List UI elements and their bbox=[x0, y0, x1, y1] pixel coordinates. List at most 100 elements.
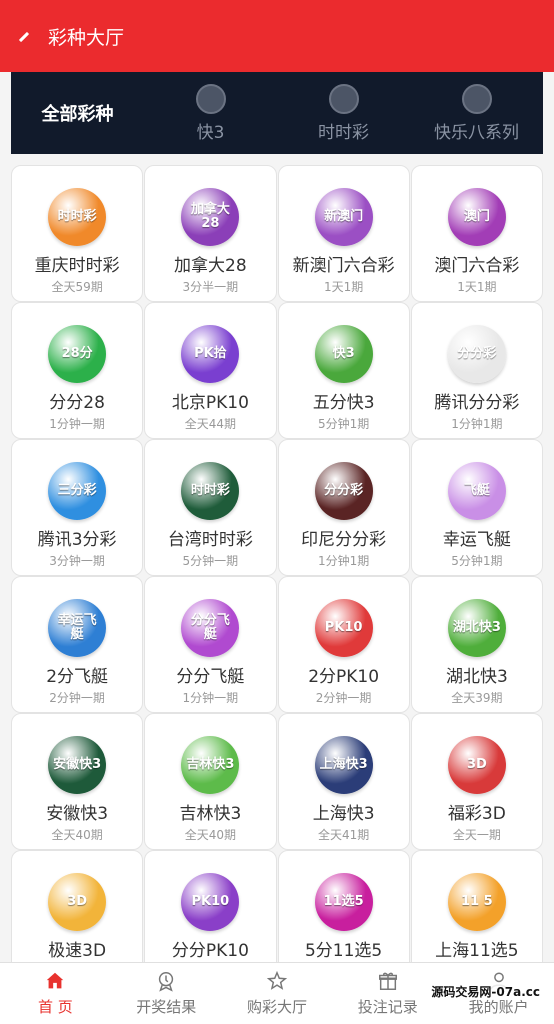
lottery-period: 1天1期 bbox=[457, 280, 497, 294]
lottery-name: 分分PK10 bbox=[171, 941, 249, 961]
lottery-period: 全天40期 bbox=[51, 828, 103, 842]
lottery-logo-icon: 3D bbox=[48, 873, 107, 931]
lottery-logo-icon: 幸运飞艇 bbox=[48, 599, 107, 657]
lottery-logo-text: 3D bbox=[466, 757, 487, 773]
lottery-name: 上海快3 bbox=[312, 804, 375, 824]
lottery-logo-icon: PK10 bbox=[181, 873, 240, 931]
lottery-logo-icon: 湖北快3 bbox=[447, 599, 506, 657]
lottery-logo-icon: 时时彩 bbox=[48, 188, 107, 246]
category-tab-1[interactable]: 快3 bbox=[144, 72, 277, 154]
lottery-name: 上海11选5 bbox=[435, 941, 519, 961]
lottery-period: 1分钟1期 bbox=[317, 554, 370, 568]
lottery-tile[interactable]: 安徽快3 安徽快3 全天40期 bbox=[11, 713, 144, 850]
lottery-logo-icon: 吉林快3 bbox=[181, 736, 240, 794]
lottery-tile[interactable]: 上海快3 上海快3 全天41期 bbox=[277, 713, 410, 850]
lottery-name: 湖北快3 bbox=[445, 667, 508, 687]
lottery-tile[interactable]: 分分飞艇 分分飞艇 1分钟一期 bbox=[144, 576, 277, 713]
lottery-logo-icon: 新澳门 bbox=[314, 188, 373, 246]
lottery-period: 全天39期 bbox=[451, 691, 503, 705]
lottery-logo-icon: PK10 bbox=[314, 599, 373, 657]
lottery-name: 5分11选5 bbox=[304, 941, 383, 961]
lottery-name: 重庆时时彩 bbox=[34, 256, 120, 276]
category-tab-0[interactable]: 全部彩种 bbox=[11, 72, 144, 154]
lottery-tile[interactable]: 澳门 澳门六合彩 1天1期 bbox=[410, 165, 543, 302]
lottery-name: 腾讯3分彩 bbox=[37, 530, 117, 550]
lottery-name: 幸运飞艇 bbox=[442, 530, 511, 550]
nav-label: 投注记录 bbox=[357, 998, 418, 1016]
lottery-logo-icon: 分分彩 bbox=[447, 325, 506, 383]
lottery-tile[interactable]: 分分彩 印尼分分彩 1分钟1期 bbox=[277, 439, 410, 576]
lottery-name: 极速3D bbox=[48, 941, 107, 961]
lottery-period: 2分钟一期 bbox=[49, 691, 105, 705]
lottery-name: 腾讯分分彩 bbox=[434, 393, 520, 413]
category-tabs: 全部彩种快3 时时彩 快乐八系列 bbox=[11, 72, 543, 154]
lottery-tile[interactable]: 加拿大28 加拿大28 3分半一期 bbox=[144, 165, 277, 302]
category-tab-2[interactable]: 时时彩 bbox=[277, 72, 410, 154]
nav-label: 开奖结果 bbox=[136, 998, 197, 1016]
category-tab-label: 快3 bbox=[196, 122, 225, 143]
lottery-name: 吉林快3 bbox=[179, 804, 242, 824]
lottery-tile[interactable]: 幸运飞艇 2分飞艇 2分钟一期 bbox=[11, 576, 144, 713]
lottery-tile[interactable]: 吉林快3 吉林快3 全天40期 bbox=[144, 713, 277, 850]
lottery-logo-icon: PK拾 bbox=[181, 325, 240, 383]
lottery-logo-text: 分分彩 bbox=[457, 346, 497, 362]
lottery-tile[interactable]: 三分彩腾讯3分彩 3分钟一期 bbox=[11, 439, 144, 576]
ssc-badge-icon bbox=[328, 83, 359, 114]
lottery-logo-icon: 安徽快3 bbox=[48, 736, 107, 794]
app: 彩种大厅 全部彩种 快3 时时彩 快乐八系列 时时彩 重庆时时彩 全天59期 加拿大28 加拿… bbox=[0, 0, 554, 1024]
lottery-tile[interactable]: PK10 2分PK10 2分钟一期 bbox=[277, 576, 410, 713]
nav-item-1[interactable]: 开奖结果 bbox=[111, 963, 222, 1024]
lottery-tile[interactable]: 时时彩 台湾时时彩 5分钟一期 bbox=[144, 439, 277, 576]
lottery-period: 1分钟1期 bbox=[451, 417, 503, 431]
lottery-logo-text: 安徽快3 bbox=[53, 757, 102, 773]
lottery-tile[interactable]: 28分 分分28 1分钟一期 bbox=[11, 302, 144, 439]
lottery-grid: 时时彩 重庆时时彩 全天59期 加拿大28 加拿大28 3分半一期 新澳门 新澳门六合彩 1天1… bbox=[11, 165, 544, 987]
lottery-name: 印尼分分彩 bbox=[301, 530, 387, 550]
lottery-logo-icon: 加拿大28 bbox=[181, 188, 240, 246]
dice-badge-icon bbox=[195, 83, 226, 114]
lottery-logo-text: PK10 bbox=[191, 894, 230, 910]
lottery-logo-icon: 澳门 bbox=[447, 188, 506, 246]
lottery-tile[interactable]: 新澳门 新澳门六合彩 1天1期 bbox=[277, 165, 410, 302]
lottery-period: 3分钟一期 bbox=[49, 554, 105, 568]
lottery-period: 1分钟一期 bbox=[49, 417, 105, 431]
lottery-logo-text: 幸运飞艇 bbox=[57, 613, 97, 642]
star-icon bbox=[266, 970, 288, 990]
page-title: 彩种大厅 bbox=[48, 26, 125, 49]
lottery-logo-icon: 上海快3 bbox=[314, 736, 373, 794]
lottery-period: 3分半一期 bbox=[182, 280, 239, 294]
lottery-tile[interactable]: PK拾 北京PK10 全天44期 bbox=[144, 302, 277, 439]
lottery-name: 北京PK10 bbox=[171, 393, 249, 413]
home-icon bbox=[47, 972, 64, 989]
lottery-name: 2分PK10 bbox=[308, 667, 380, 687]
lottery-tile[interactable]: 时时彩 重庆时时彩 全天59期 bbox=[11, 165, 144, 302]
lottery-name: 2分飞艇 bbox=[46, 667, 109, 687]
lottery-name: 安徽快3 bbox=[46, 804, 109, 824]
lottery-logo-text: 11选5 bbox=[323, 894, 364, 910]
lottery-period: 全天40期 bbox=[184, 828, 237, 842]
lottery-tile[interactable]: 湖北快3 湖北快3 全天39期 bbox=[410, 576, 543, 713]
lottery-tile[interactable]: 飞艇 幸运飞艇 5分钟1期 bbox=[410, 439, 543, 576]
category-tab-3[interactable]: 快乐八系列 bbox=[410, 72, 543, 154]
lottery-logo-text: 三分彩 bbox=[57, 483, 97, 499]
nav-item-0[interactable]: 首 页 bbox=[0, 963, 111, 1024]
lottery-name: 台湾时时彩 bbox=[167, 530, 253, 550]
lottery-name: 五分快3 bbox=[312, 393, 375, 413]
lottery-logo-text: 澳门 bbox=[463, 209, 490, 225]
lottery-logo-text: 时时彩 bbox=[57, 209, 97, 225]
lottery-logo-text: PK拾 bbox=[194, 346, 227, 362]
lottery-logo-icon: 快3 bbox=[314, 325, 373, 383]
back-button[interactable] bbox=[0, 0, 48, 72]
lottery-logo-text: 新澳门 bbox=[324, 209, 364, 225]
nav-item-2[interactable]: 购彩大厅 bbox=[222, 963, 333, 1024]
lottery-period: 2分钟一期 bbox=[315, 691, 372, 705]
lottery-logo-text: 飞艇 bbox=[463, 483, 490, 499]
nav-item-3[interactable]: 投注记录 bbox=[332, 963, 443, 1024]
lottery-logo-icon: 11选5 bbox=[314, 873, 373, 931]
lottery-tile[interactable]: 分分彩腾讯分分彩 1分钟1期 bbox=[410, 302, 543, 439]
lottery-tile[interactable]: 快3 五分快3 5分钟1期 bbox=[277, 302, 410, 439]
lottery-logo-text: 分分飞艇 bbox=[190, 613, 230, 642]
lottery-tile[interactable]: 3D 福彩3D 全天一期 bbox=[410, 713, 543, 850]
category-tab-label: 全部彩种 bbox=[41, 104, 114, 125]
lottery-logo-text: 3D bbox=[67, 894, 88, 910]
